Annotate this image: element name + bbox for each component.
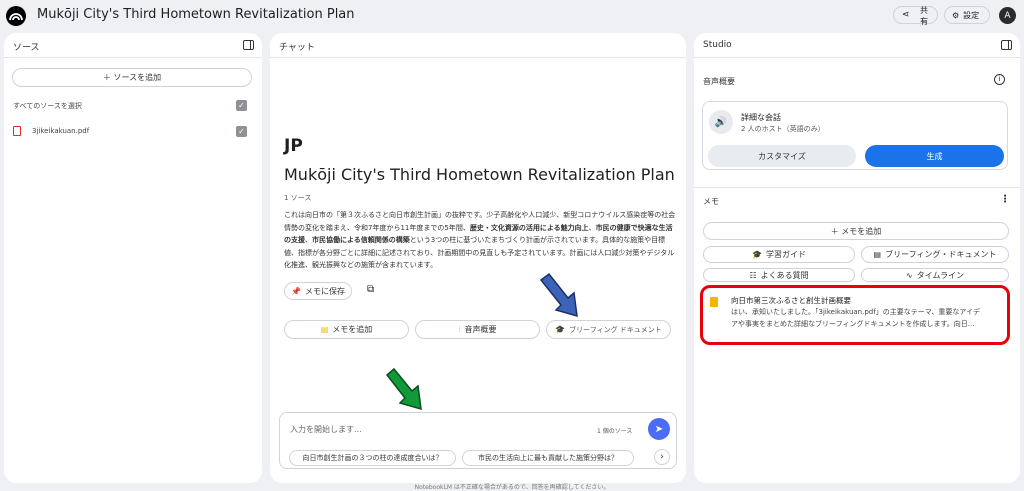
audio-overview-title: 音声概要: [703, 77, 735, 86]
notebook-title: Mukōji City's Third Hometown Revitalizat…: [284, 165, 675, 184]
timeline-label: タイムライン: [916, 270, 965, 280]
chat-title: チャット: [279, 43, 315, 53]
chat-header: チャット: [270, 33, 686, 58]
briefing-document-label: ブリーフィング・ドキュメント: [885, 250, 997, 259]
notebook-source-count: 1 ソース: [284, 194, 312, 202]
chat-panel: チャット JP Mukōji City's Third Hometown Rev…: [270, 33, 686, 483]
chat-bubble-icon: ☷: [749, 270, 757, 280]
share-label-1: 共: [920, 6, 928, 15]
timeline-button[interactable]: ∿ タイムライン: [861, 268, 1009, 282]
footer-disclaimer: NotebookLM は不正確な場合があるので、回答を再確認してください。: [414, 484, 610, 491]
notebook-summary: これは向日市の「第３次ふるさと向日市創生計画」の抜粋です。少子高齢化や人口減少、…: [284, 211, 676, 269]
graduation-cap-icon: 🎓: [752, 250, 762, 259]
chat-input-source-count: 1 個のソース: [597, 428, 633, 435]
studio-divider: [694, 187, 1020, 188]
timeline-icon: ∿: [905, 270, 913, 280]
briefing-document-button[interactable]: ▤ ブリーフィング・ドキュメント: [861, 246, 1009, 263]
collapse-panel-icon[interactable]: [243, 40, 254, 50]
green-arrow-annotation: [385, 367, 422, 411]
select-all-label: すべてのソースを選択: [13, 102, 82, 110]
source-file-name[interactable]: 3jikeikakuan.pdf: [32, 127, 89, 135]
more-vert-icon[interactable]: ⋮: [1000, 194, 1010, 205]
memo-icon: ▤: [320, 325, 329, 334]
sources-header: ソース: [4, 33, 262, 58]
faq-button[interactable]: ☷ よくある質問: [703, 268, 855, 282]
share-button[interactable]: ⋖ 共 有: [893, 6, 938, 26]
study-guide-button[interactable]: 🎓 学習ガイド: [703, 246, 855, 263]
add-source-button[interactable]: ＋ ソースを追加: [12, 68, 252, 87]
study-guide-label: 学習ガイド: [765, 250, 806, 259]
info-icon[interactable]: i: [994, 74, 1005, 85]
gear-icon: ⚙: [952, 10, 960, 20]
suggestion-chip-1[interactable]: 向日市創生計画の３つの柱の達成度合いは？: [289, 450, 456, 466]
share-label-2: 有: [920, 17, 928, 26]
add-memo-action-label: メモを追加: [332, 325, 373, 334]
audio-wave-icon: ⫶: [458, 324, 461, 334]
sources-panel: ソース ＋ ソースを追加 すべてのソースを選択 ✓ 3jikeikakuan.p…: [4, 33, 262, 483]
chat-input[interactable]: 入力を開始します...: [290, 424, 362, 435]
collapse-panel-icon[interactable]: [1001, 40, 1012, 50]
studio-title: Studio: [703, 40, 732, 50]
audio-overview-card: 🔊 詳細な会話 2 人のホスト（英語のみ） カスタマイズ 生成: [702, 101, 1008, 170]
source-file-checkbox[interactable]: ✓: [236, 126, 247, 137]
speaker-icon: 🔊: [709, 110, 733, 134]
audio-card-subtitle: 2 人のホスト（英語のみ）: [741, 125, 825, 133]
blue-arrow-annotation: [539, 272, 578, 318]
audio-card-title: 詳細な会話: [741, 113, 781, 122]
copy-icon[interactable]: ⧉: [367, 284, 374, 295]
add-memo-button[interactable]: ＋ メモを追加: [703, 222, 1009, 240]
sources-title: ソース: [13, 43, 40, 53]
chat-input-box[interactable]: 入力を開始します... 1 個のソース ➤ 向日市創生計画の３つの柱の達成度合い…: [279, 412, 677, 469]
app-title: Mukōji City's Third Hometown Revitalizat…: [37, 7, 355, 22]
studio-panel: Studio 音声概要 i 🔊 詳細な会話 2 人のホスト（英語のみ） カスタマ…: [694, 33, 1020, 483]
studio-header: Studio: [694, 33, 1020, 58]
notebooklm-logo-icon[interactable]: [6, 6, 26, 26]
pin-icon: 📌: [291, 286, 301, 296]
faq-label: よくある質問: [760, 270, 809, 280]
share-icon: ⋖: [902, 10, 910, 20]
send-button[interactable]: ➤: [648, 418, 670, 440]
briefing-doc-action-label: ブリーフィング ドキュメント: [569, 325, 662, 334]
customize-button[interactable]: カスタマイズ: [708, 145, 856, 167]
suggestion-chip-2[interactable]: 市民の生活向上に最も貢献した施策分野は？: [462, 450, 634, 466]
settings-button[interactable]: ⚙ 設定: [944, 6, 990, 24]
suggestions-next-button[interactable]: ›: [654, 449, 670, 465]
briefing-doc-action-button[interactable]: 🎓 ブリーフィング ドキュメント: [546, 320, 671, 339]
send-icon: ➤: [654, 423, 664, 435]
chevron-right-icon: ›: [660, 452, 664, 462]
audio-overview-action-label: 音声概要: [464, 325, 497, 334]
save-to-memo-button[interactable]: 📌 メモに保存: [284, 282, 352, 300]
select-all-checkbox[interactable]: ✓: [236, 100, 247, 111]
avatar[interactable]: A: [999, 7, 1016, 24]
document-icon: ▤: [873, 250, 882, 259]
settings-label: 設定: [963, 10, 980, 20]
notebook-emoji: JP: [284, 136, 303, 156]
pdf-icon: [13, 126, 21, 136]
audio-overview-action-button[interactable]: ⫶ 音声概要: [415, 320, 540, 339]
generate-button[interactable]: 生成: [865, 145, 1004, 167]
memo-title: メモ: [703, 197, 719, 206]
save-to-memo-label: メモに保存: [304, 286, 345, 296]
graduation-cap-icon: 🎓: [555, 325, 566, 334]
note-highlight-box: [700, 285, 1010, 345]
add-memo-action-button[interactable]: ▤ メモを追加: [284, 320, 409, 339]
